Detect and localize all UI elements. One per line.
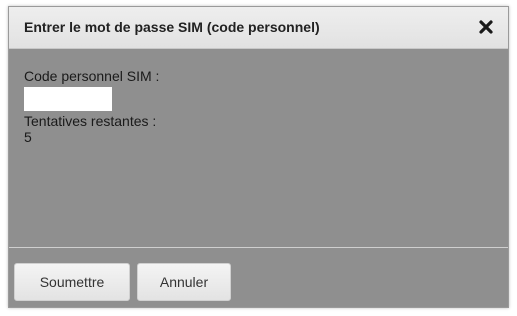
sim-pin-input[interactable] [24,87,112,111]
sim-pin-dialog: Entrer le mot de passe SIM (code personn… [8,6,509,308]
dialog-content: Code personnel SIM : Tentatives restante… [24,68,159,145]
dialog-title-bar: Entrer le mot de passe SIM (code personn… [9,7,508,49]
footer-divider [9,247,508,248]
dialog-title: Entrer le mot de passe SIM (code personn… [24,19,320,35]
submit-button[interactable]: Soumettre [14,263,130,301]
attempts-label: Tentatives restantes : [24,113,157,129]
close-icon[interactable] [478,19,494,35]
pin-label: Code personnel SIM : [24,68,160,84]
attempts-value: 5 [24,129,32,145]
cancel-button[interactable]: Annuler [137,263,231,301]
